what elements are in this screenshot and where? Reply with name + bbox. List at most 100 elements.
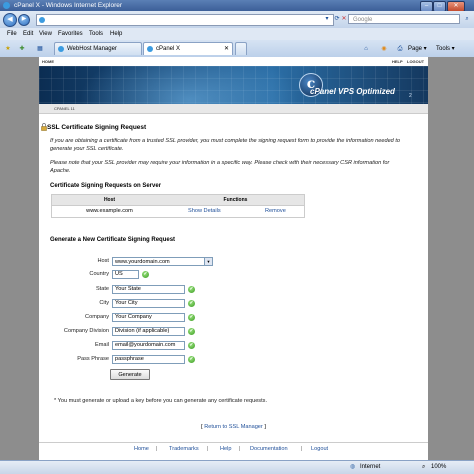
- ie-icon: [3, 2, 10, 9]
- globe-icon: ◍: [350, 464, 356, 470]
- table-row: www.example.com Show Details Remove: [52, 206, 304, 217]
- page-menu[interactable]: Page ▾: [408, 44, 427, 54]
- feeds-icon[interactable]: ◉: [380, 45, 388, 53]
- footer-logout[interactable]: Logout: [311, 446, 328, 452]
- address-field[interactable]: [36, 14, 334, 26]
- dropdown-icon[interactable]: ▾: [323, 15, 331, 23]
- city-field[interactable]: [112, 299, 185, 308]
- host-label: Host: [97, 258, 109, 264]
- zoom-level[interactable]: 100%: [431, 461, 446, 474]
- key-note: * You must generate or upload a key befo…: [54, 398, 268, 404]
- footer-links: Home | Trademarks | Help | Documentation…: [39, 442, 428, 455]
- forward-button[interactable]: ▶: [18, 14, 30, 26]
- brand-name: cPanel VPS Optimized: [310, 87, 395, 96]
- banner-globe: [79, 66, 299, 104]
- footer-documentation[interactable]: Documentation: [250, 446, 288, 452]
- footer-help[interactable]: Help: [220, 446, 232, 452]
- division-label: Company Division: [63, 328, 109, 334]
- email-label: Email: [95, 342, 109, 348]
- company-label: Company: [85, 314, 109, 320]
- menu-bar: File Edit View Favorites Tools Help: [0, 28, 474, 40]
- intro-paragraph-2: Please note that your SSL provider may r…: [50, 160, 390, 174]
- tab-favicon: [58, 46, 64, 52]
- intro-paragraph-1: If you are obtaining a certificate from …: [50, 138, 401, 152]
- col-functions: Functions: [223, 197, 248, 203]
- favorites-star-icon[interactable]: ★: [4, 45, 12, 53]
- add-favorites-icon[interactable]: ✚: [18, 45, 26, 53]
- csr-table: Host Functions www.example.com Show Deta…: [51, 194, 305, 218]
- chevron-down-icon: ▼: [204, 258, 212, 265]
- window-title: cPanel X - Windows Internet Explorer: [14, 2, 123, 9]
- csr-heading: Certificate Signing Requests on Server: [50, 183, 162, 189]
- breadcrumb: CPANEL 11: [39, 104, 428, 114]
- division-field[interactable]: [112, 327, 185, 336]
- address-toolbar: ◀ ▶ ▾ ⟳ ✕ Google ⌕: [0, 11, 474, 28]
- valid-check-icon: ✓: [188, 342, 195, 349]
- top-nav: HOME HELP LOGOUT: [39, 59, 428, 65]
- menu-edit[interactable]: Edit: [23, 28, 33, 40]
- title-bar: cPanel X - Windows Internet Explorer – □…: [0, 0, 474, 12]
- valid-check-icon: ✓: [188, 356, 195, 363]
- brand-number: 2: [409, 93, 412, 99]
- valid-check-icon: ✓: [188, 300, 195, 307]
- intro-text: If you are obtaining a certificate from …: [50, 137, 410, 175]
- state-label: State: [95, 286, 109, 292]
- menu-view[interactable]: View: [39, 28, 52, 40]
- menu-tools[interactable]: Tools: [89, 28, 103, 40]
- status-bar: ◍ Internet ⌕ 100%: [0, 460, 474, 474]
- page-viewport: HOME HELP LOGOUT c cPanel VPS Optimized …: [0, 57, 474, 460]
- nav-home[interactable]: HOME: [42, 59, 54, 64]
- show-details-link[interactable]: Show Details: [188, 208, 221, 214]
- browser-window: cPanel X - Windows Internet Explorer – □…: [0, 0, 474, 474]
- tools-menu[interactable]: Tools ▾: [436, 44, 455, 54]
- valid-check-icon: ✓: [142, 271, 149, 278]
- email-field[interactable]: [112, 341, 185, 350]
- valid-check-icon: ✓: [188, 328, 195, 335]
- valid-check-icon: ✓: [188, 286, 195, 293]
- return-ssl-manager-link[interactable]: Return to SSL Manager: [204, 424, 263, 430]
- menu-favorites[interactable]: Favorites: [58, 28, 83, 40]
- col-host: Host: [103, 197, 116, 203]
- breadcrumb-label: CPANEL 11: [54, 106, 75, 111]
- page-icon: [39, 17, 45, 23]
- home-icon[interactable]: ⌂: [362, 45, 370, 53]
- valid-check-icon: ✓: [188, 314, 195, 321]
- back-link-row: [ Return to SSL Manager ]: [201, 424, 266, 430]
- tab-cpanel[interactable]: cPanel X ✕: [143, 42, 233, 55]
- search-icon[interactable]: ⌕: [463, 15, 471, 23]
- close-tab-icon[interactable]: ✕: [224, 43, 229, 56]
- company-field[interactable]: [112, 313, 185, 322]
- menu-help[interactable]: Help: [110, 28, 122, 40]
- search-input[interactable]: Google: [348, 14, 460, 24]
- country-label: Country: [89, 271, 109, 277]
- tab-list-icon[interactable]: ▦: [36, 45, 44, 53]
- tab-bar: ★ ✚ ▦ WebHost Manager cPanel X ✕ ⌂ ◉ ⎙ P…: [0, 40, 474, 58]
- state-field[interactable]: [112, 285, 185, 294]
- pass-phrase-label: Pass Phrase: [77, 356, 109, 362]
- nav-help[interactable]: HELP: [392, 59, 403, 64]
- cpanel-banner: c cPanel VPS Optimized 2: [39, 66, 428, 104]
- new-tab-button[interactable]: [235, 42, 247, 55]
- table-header: Host Functions: [52, 195, 304, 206]
- remove-link[interactable]: Remove: [265, 208, 286, 214]
- zone-label: Internet: [360, 464, 381, 470]
- city-label: City: [99, 300, 109, 306]
- row-host: www.example.com: [86, 208, 133, 214]
- country-field[interactable]: [112, 270, 139, 279]
- stop-icon[interactable]: ✕: [340, 15, 348, 23]
- footer-home[interactable]: Home: [134, 446, 149, 452]
- back-button[interactable]: ◀: [3, 13, 17, 27]
- generate-heading: Generate a New Certificate Signing Reque…: [50, 237, 176, 243]
- print-icon[interactable]: ⎙: [396, 45, 404, 53]
- tab-webhost-manager[interactable]: WebHost Manager: [54, 42, 142, 55]
- host-select[interactable]: www.yourdomain.com ▼: [112, 257, 213, 266]
- tab-favicon: [147, 46, 153, 52]
- zoom-icon: ⌕: [422, 464, 426, 470]
- footer-trademarks[interactable]: Trademarks: [169, 446, 199, 452]
- pass-phrase-field[interactable]: [112, 355, 185, 364]
- generate-button[interactable]: Generate: [110, 369, 150, 380]
- page-title: SSL Certificate Signing Request: [47, 124, 147, 131]
- nav-logout[interactable]: LOGOUT: [407, 59, 424, 64]
- cpanel-page: HOME HELP LOGOUT c cPanel VPS Optimized …: [39, 57, 428, 460]
- menu-file[interactable]: File: [7, 28, 17, 40]
